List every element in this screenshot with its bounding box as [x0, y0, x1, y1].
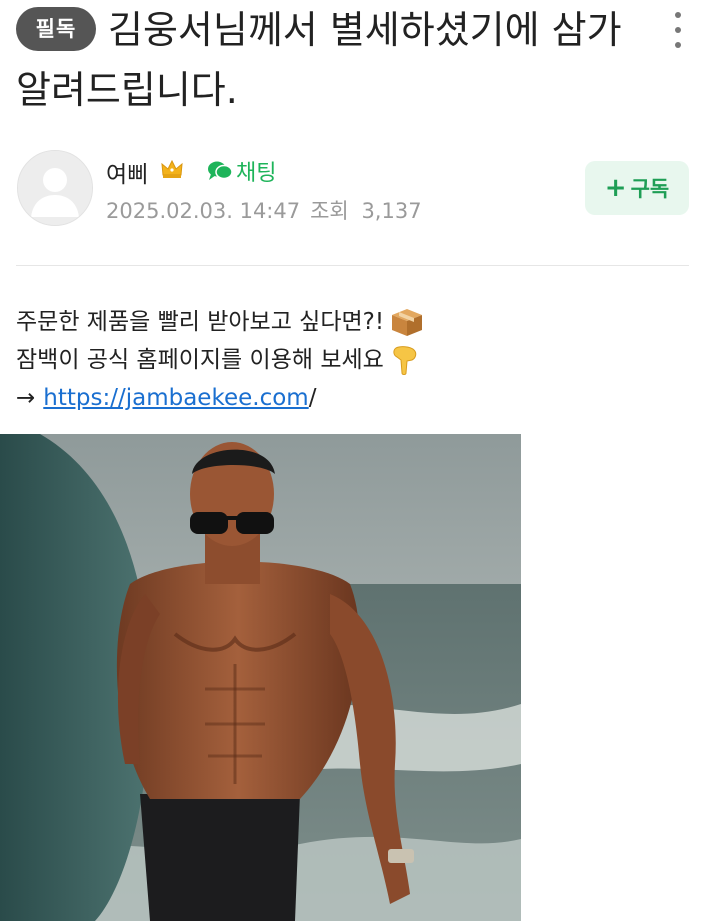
post-title: 김웅서님께서 별세하셨기에 삼가 알려드립니다.	[16, 8, 622, 112]
default-profile-icon	[18, 151, 92, 225]
subscribe-button[interactable]: + 구독	[585, 161, 689, 215]
crown-icon	[161, 159, 183, 178]
post-content: 주문한 제품을 빨리 받아보고 싶다면?! 잠백이 공식 홈페이지를 이용해 보…	[16, 303, 696, 417]
post-page: 김웅서님께서 별세하셨기에 삼가 알려드립니다. 필독 여삐 채팅 2025.0…	[0, 0, 708, 921]
homepage-link[interactable]: https://jambaekee.com	[43, 379, 308, 417]
package-emoji	[392, 309, 423, 336]
content-line-2: 잠백이 공식 홈페이지를 이용해 보세요	[16, 341, 696, 379]
plus-icon: +	[604, 173, 627, 203]
avatar[interactable]	[17, 150, 93, 226]
content-line-1: 주문한 제품을 빨리 받아보고 싶다면?!	[16, 303, 696, 341]
post-date: 2025.02.03. 14:47	[106, 199, 301, 223]
author-name[interactable]: 여삐	[106, 155, 148, 189]
link-suffix: /	[308, 385, 317, 411]
post-image[interactable]	[0, 434, 521, 921]
chat-link[interactable]: 채팅	[207, 155, 276, 187]
post-photo	[0, 434, 521, 921]
chat-bubble-icon	[208, 161, 233, 180]
more-options-button[interactable]	[668, 12, 688, 48]
content-line-3: → https://jambaekee.com /	[16, 379, 696, 417]
notice-badge: 필독	[16, 7, 96, 51]
views-label: 조회	[310, 199, 349, 223]
pointing-down-emoji	[393, 346, 417, 375]
post-meta: 2025.02.03. 14:47 조회 3,137	[106, 195, 422, 225]
chat-label: 채팅	[236, 161, 277, 186]
arrow-symbol: →	[16, 385, 36, 411]
more-vertical-icon	[675, 12, 681, 18]
subscribe-label: 구독	[630, 177, 670, 201]
views-count: 3,137	[361, 199, 422, 223]
divider	[16, 265, 689, 266]
